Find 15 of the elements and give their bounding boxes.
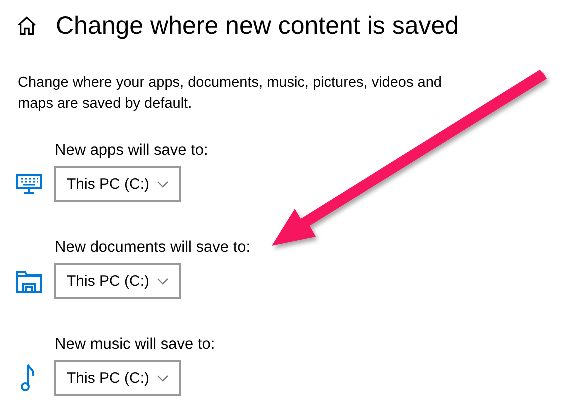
monitor-icon <box>16 174 42 194</box>
folder-icon <box>16 269 42 293</box>
location-label: New music will save to: <box>55 335 216 354</box>
chevron-down-icon <box>157 374 169 382</box>
music-note-icon <box>21 364 37 392</box>
location-label: New apps will save to: <box>55 141 210 160</box>
chevron-down-icon <box>157 180 169 188</box>
location-dropdown[interactable]: This PC (C:) <box>54 263 181 299</box>
location-dropdown[interactable]: This PC (C:) <box>54 360 181 396</box>
description: Change where your apps, documents, music, pictures, videos and maps are saved by default. <box>18 74 443 114</box>
page-title: Change where new content is saved <box>56 12 460 40</box>
home-icon[interactable] <box>16 15 38 37</box>
location-label: New documents will save to: <box>55 238 252 257</box>
chevron-down-icon <box>157 278 169 284</box>
location-dropdown[interactable]: This PC (C:) <box>54 166 181 202</box>
